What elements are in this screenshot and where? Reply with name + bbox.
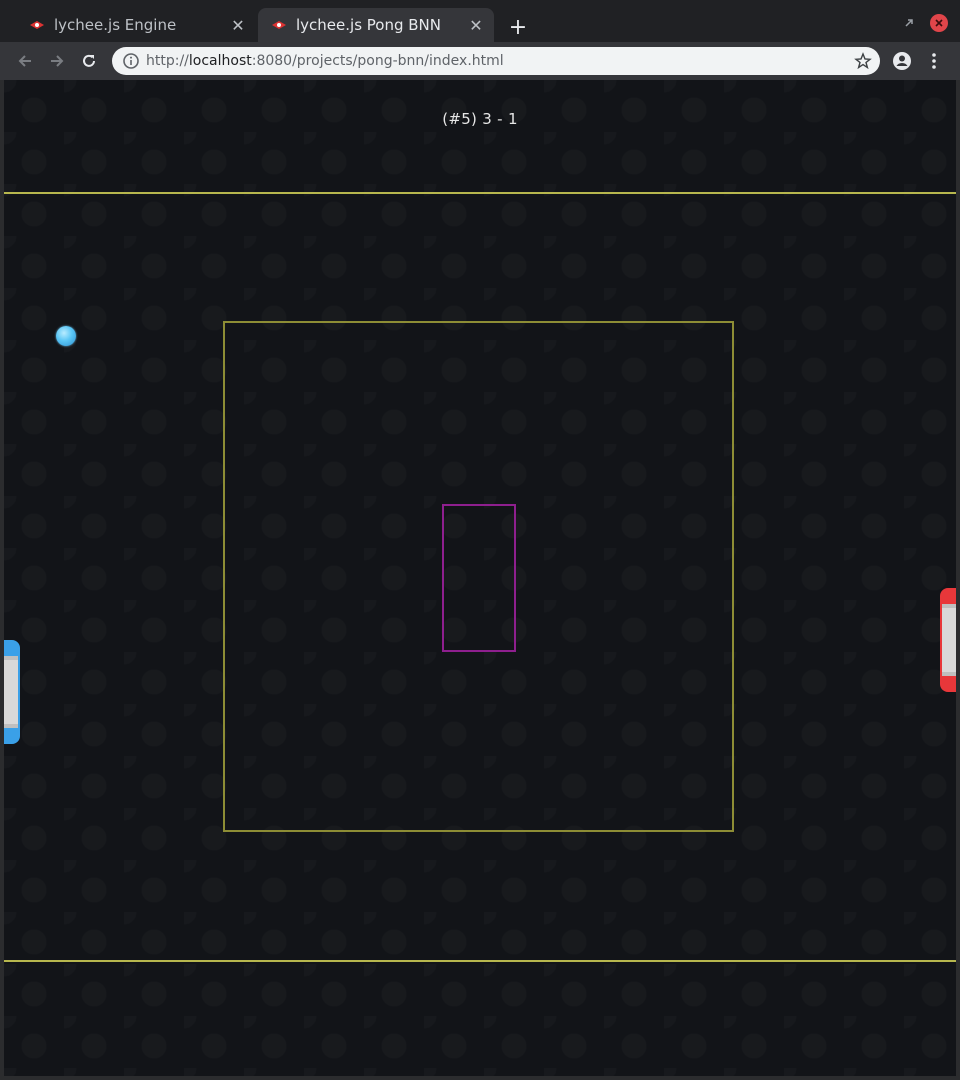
tab-lychee-engine[interactable]: lychee.js Engine ✕: [16, 8, 256, 42]
bookmark-star-icon[interactable]: [854, 52, 872, 70]
new-tab-button[interactable]: +: [505, 14, 531, 40]
tab-title: lychee.js Pong BNN: [296, 16, 441, 34]
bottom-wall-line: [4, 960, 956, 962]
close-tab-icon[interactable]: ✕: [466, 15, 486, 35]
lychee-favicon-icon: [28, 16, 46, 34]
profile-avatar-icon[interactable]: [891, 50, 913, 72]
top-wall-line: [4, 192, 956, 194]
player-paddle: [4, 640, 20, 744]
kebab-menu-icon[interactable]: [926, 50, 942, 72]
address-bar[interactable]: http://localhost:8080/projects/pong-bnn/…: [112, 47, 880, 75]
browser-chrome: lychee.js Engine ✕ lychee.js Pong BNN ✕ …: [0, 0, 960, 80]
close-tab-icon[interactable]: ✕: [228, 15, 248, 35]
reload-icon[interactable]: [76, 48, 102, 74]
url-path: :8080/projects/pong-bnn/index.html: [251, 53, 504, 69]
close-window-button[interactable]: [930, 14, 948, 32]
tab-strip: lychee.js Engine ✕ lychee.js Pong BNN ✕ …: [0, 0, 960, 42]
tab-pong-bnn[interactable]: lychee.js Pong BNN ✕: [258, 8, 494, 42]
tab-title: lychee.js Engine: [54, 16, 177, 34]
ai-zone-inner: [442, 504, 516, 652]
score-label: (#5) 3 - 1: [442, 110, 518, 128]
url-scheme: http://: [146, 53, 189, 69]
url-text: http://localhost:8080/projects/pong-bnn/…: [146, 47, 504, 75]
back-arrow-icon[interactable]: [12, 48, 38, 74]
restore-window-icon[interactable]: [900, 14, 918, 32]
url-host: localhost: [188, 53, 252, 69]
lychee-favicon-icon: [270, 16, 288, 34]
forward-arrow-icon[interactable]: [44, 48, 70, 74]
game-canvas[interactable]: (#5) 3 - 1: [4, 80, 956, 1076]
browser-toolbar: http://localhost:8080/projects/pong-bnn/…: [0, 42, 960, 80]
ball: [56, 326, 76, 346]
enemy-paddle: [940, 588, 956, 692]
info-icon[interactable]: [122, 52, 140, 70]
